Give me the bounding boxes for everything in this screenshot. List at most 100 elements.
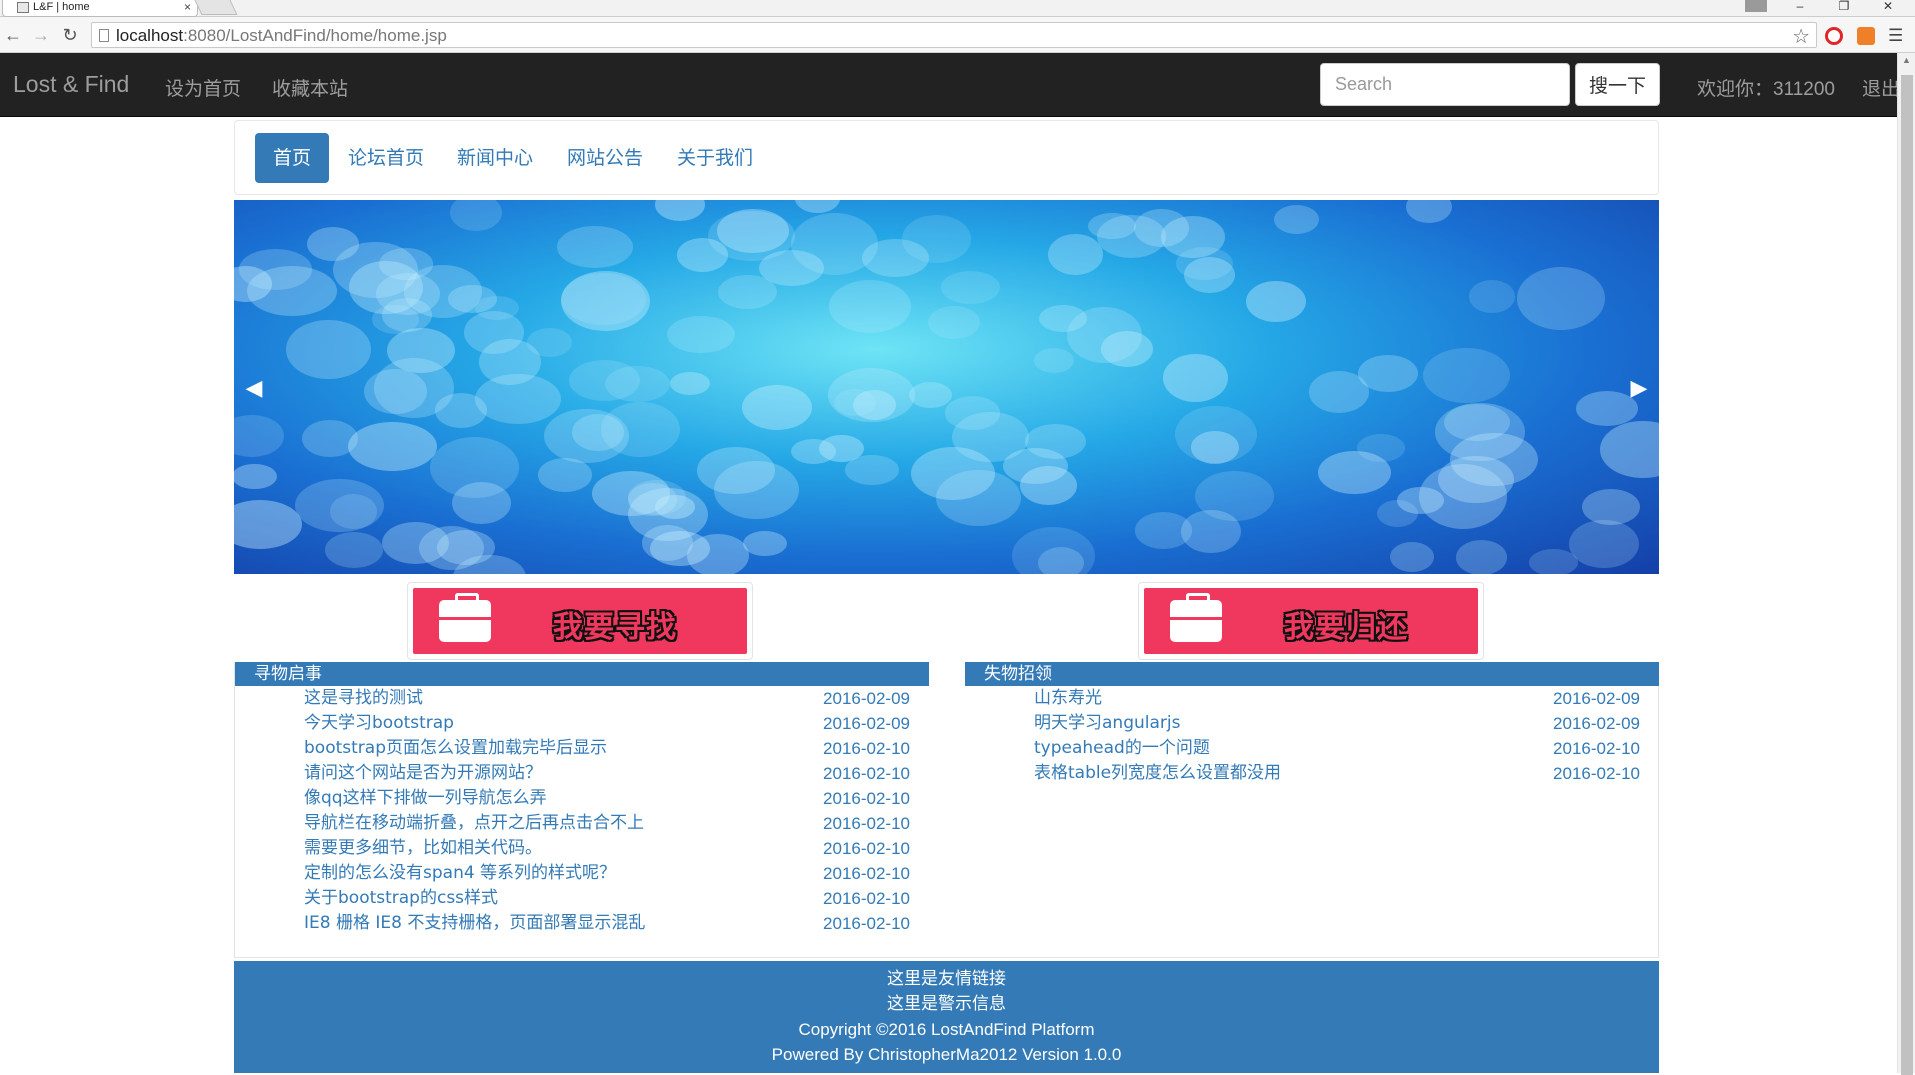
find-item-button[interactable]: 我要寻找 (413, 588, 747, 654)
list-item[interactable]: 关于bootstrap的css样式 2016-02-10 (235, 886, 929, 911)
bookmark-site-link[interactable]: 收藏本站 (272, 74, 348, 101)
bokeh-light (1444, 403, 1510, 441)
page-scrollbar[interactable]: ▲ (1897, 53, 1915, 1075)
item-title-link[interactable]: 表格table列宽度怎么设置都没用 (1034, 761, 1281, 786)
list-item[interactable]: 今天学习bootstrap 2016-02-09 (235, 711, 929, 736)
return-button-label: 我要归还 (1284, 610, 1408, 645)
logout-link[interactable]: 退出 (1862, 74, 1900, 101)
tab-announcements[interactable]: 网站公告 (549, 133, 661, 183)
back-arrow-icon[interactable]: ← (3, 24, 23, 46)
bokeh-light (557, 226, 633, 269)
bokeh-light (592, 471, 670, 516)
extension-icon[interactable] (1857, 27, 1875, 45)
item-date: 2016-02-09 (1553, 689, 1640, 708)
opera-extension-icon[interactable] (1825, 27, 1843, 45)
item-title-link[interactable]: IE8 栅格 IE8 不支持栅格，页面部署显示混乱 (304, 911, 645, 936)
bokeh-light (234, 499, 302, 549)
item-title-link[interactable]: 这是寻找的测试 (304, 686, 423, 711)
list-item[interactable]: 定制的怎么没有span4 等系列的样式呢？ 2016-02-10 (235, 861, 929, 886)
return-item-button[interactable]: 我要归还 (1144, 588, 1478, 654)
bokeh-light (1246, 281, 1306, 323)
tab-forum[interactable]: 论坛首页 (330, 133, 442, 183)
scroll-up-icon[interactable]: ▲ (1902, 55, 1911, 65)
search-input[interactable] (1320, 63, 1570, 106)
bokeh-light (1190, 430, 1239, 464)
bokeh-light (234, 463, 277, 490)
item-date: 2016-02-10 (1553, 764, 1640, 783)
list-item[interactable]: IE8 栅格 IE8 不支持栅格，页面部署显示混乱 2016-02-10 (235, 911, 929, 936)
list-item[interactable]: 表格table列宽度怎么设置都没用 2016-02-10 (965, 761, 1659, 786)
brand-logo[interactable]: Lost & Find (13, 71, 129, 98)
list-item[interactable]: 请问这个网站是否为开源网站？ 2016-02-10 (235, 761, 929, 786)
pill-nav: 首页 论坛首页 新闻中心 网站公告 关于我们 (234, 120, 1659, 195)
forward-arrow-icon[interactable]: → (31, 24, 51, 46)
bokeh-light (910, 447, 995, 501)
bokeh-light (1390, 542, 1435, 572)
restore-icon[interactable]: ❐ (1822, 0, 1866, 14)
item-title-link[interactable]: 关于bootstrap的css样式 (304, 886, 498, 911)
item-title-link[interactable]: 定制的怎么没有span4 等系列的样式呢？ (304, 861, 616, 886)
carousel-prev-icon[interactable]: ◀ (234, 368, 274, 408)
bokeh-light (1195, 471, 1275, 522)
bokeh-light (654, 200, 705, 221)
bokeh-light (474, 295, 519, 321)
tab-about[interactable]: 关于我们 (659, 133, 771, 183)
bokeh-light (941, 270, 1001, 305)
item-title-link[interactable]: 山东寿光 (1034, 686, 1102, 711)
minimize-icon[interactable]: – (1778, 0, 1822, 14)
item-title-link[interactable]: typeahead的一个问题 (1034, 736, 1210, 761)
url-text[interactable]: localhost:8080/LostAndFind/home/home.jsp (116, 27, 447, 45)
bokeh-light (758, 249, 825, 287)
carousel-next-icon[interactable]: ▶ (1619, 368, 1659, 408)
item-title-link[interactable]: bootstrap页面怎么设置加载完毕后显示 (304, 736, 607, 761)
search-button[interactable]: 搜一下 (1575, 63, 1660, 106)
found-panel-title: 失物招领 (965, 662, 1659, 686)
list-item[interactable]: 这是寻找的测试 2016-02-09 (235, 686, 929, 711)
bokeh-light (605, 365, 671, 402)
star-icon[interactable]: ☆ (1792, 24, 1810, 49)
image-carousel[interactable]: ◀ ▶ (234, 200, 1659, 574)
tab-news[interactable]: 新闻中心 (439, 133, 551, 183)
window-close-icon[interactable]: ✕ (1866, 0, 1910, 14)
bokeh-light (1309, 370, 1369, 413)
browser-tab[interactable]: L&F | home × (2, 0, 198, 17)
item-date: 2016-02-10 (1553, 739, 1640, 758)
bokeh-light (1599, 421, 1659, 478)
address-bar[interactable]: localhost:8080/LostAndFind/home/home.jsp… (91, 22, 1817, 48)
list-item[interactable]: 需要更多细节，比如相关代码。 2016-02-10 (235, 836, 929, 861)
set-homepage-link[interactable]: 设为首页 (165, 74, 241, 101)
page-icon (99, 29, 109, 42)
url-path: :8080/LostAndFind/home/home.jsp (183, 26, 447, 45)
item-date: 2016-02-09 (823, 714, 910, 733)
bokeh-light (1034, 347, 1075, 373)
lost-notice-panel: 寻物启事 这是寻找的测试 2016-02-09 今天学习bootstrap 2016-… (235, 662, 929, 936)
tab-home[interactable]: 首页 (255, 133, 330, 183)
briefcase-icon (439, 593, 491, 642)
friend-links-text[interactable]: 这里是友情链接 (234, 967, 1659, 992)
list-item[interactable]: typeahead的一个问题 2016-02-10 (965, 736, 1659, 761)
list-item[interactable]: 像qq这样下排做一列导航怎么弄 2016-02-10 (235, 786, 929, 811)
scrollbar-thumb[interactable] (1901, 75, 1913, 1075)
bokeh-light (1047, 234, 1103, 276)
bokeh-light (714, 461, 799, 520)
item-title-link[interactable]: 明天学习angularjs (1034, 711, 1180, 736)
bokeh-light (1184, 256, 1236, 293)
tab-close-icon[interactable]: × (184, 0, 191, 14)
item-title-link[interactable]: 请问这个网站是否为开源网站？ (304, 761, 542, 786)
menu-icon[interactable]: ☰ (1888, 26, 1903, 46)
item-title-link[interactable]: 今天学习bootstrap (304, 711, 454, 736)
list-item[interactable]: bootstrap页面怎么设置加载完毕后显示 2016-02-10 (235, 736, 929, 761)
item-title-link[interactable]: 导航栏在移动端折叠，点开之后再点击合不上 (304, 811, 644, 836)
copyright-text: Copyright ©2016 LostAndFind Platform (798, 1020, 1095, 1039)
bokeh-light (927, 305, 981, 339)
new-tab-button[interactable] (194, 0, 238, 15)
reload-icon[interactable]: ↻ (60, 24, 80, 46)
bokeh-light (909, 382, 953, 409)
item-title-link[interactable]: 像qq这样下排做一列导航怎么弄 (304, 786, 547, 811)
list-item[interactable]: 山东寿光 2016-02-09 (965, 686, 1659, 711)
bokeh-light (1423, 347, 1510, 403)
list-item[interactable]: 明天学习angularjs 2016-02-09 (965, 711, 1659, 736)
profile-icon[interactable] (1745, 0, 1767, 12)
item-title-link[interactable]: 需要更多细节，比如相关代码。 (304, 836, 542, 861)
list-item[interactable]: 导航栏在移动端折叠，点开之后再点击合不上 2016-02-10 (235, 811, 929, 836)
